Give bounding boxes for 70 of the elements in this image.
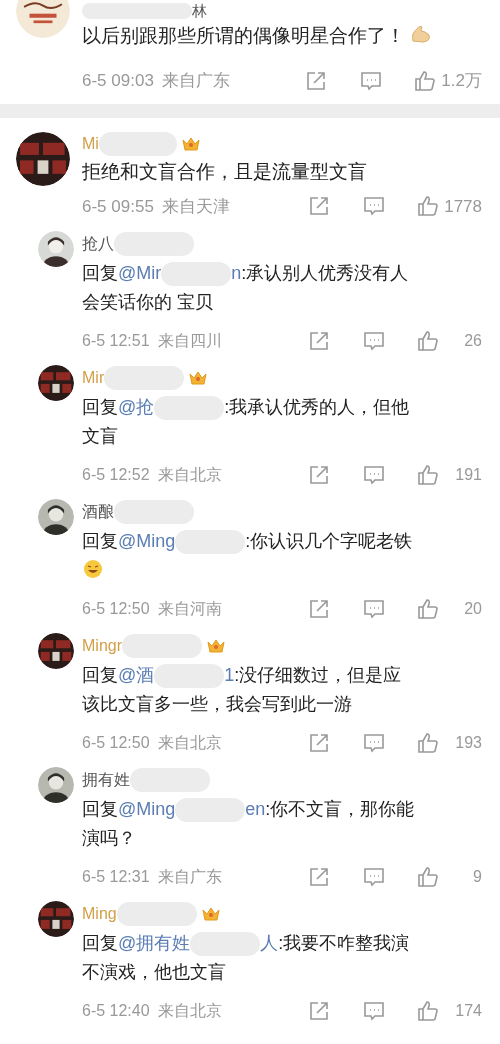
comment-icon[interactable] bbox=[362, 598, 386, 620]
comment-time: 6-5 12:31 bbox=[82, 867, 150, 887]
comment-time: 6-5 09:55 bbox=[82, 195, 154, 218]
comment-time: 6-5 12:50 bbox=[82, 599, 150, 619]
like-count: 20 bbox=[463, 599, 482, 619]
mention-link[interactable]: @拥有姓 人 bbox=[118, 933, 279, 953]
comment-time: 6-5 12:40 bbox=[82, 1001, 150, 1021]
share-icon[interactable] bbox=[308, 598, 330, 620]
like-icon[interactable] bbox=[416, 731, 440, 755]
comment-location: 来自北京 bbox=[157, 465, 222, 485]
comment-location: 来自河南 bbox=[157, 599, 222, 619]
reply-text: 回复@Ming :你认识几个字呢老铁 bbox=[82, 527, 416, 585]
user-name[interactable]: 抢八 bbox=[82, 232, 114, 256]
share-icon[interactable] bbox=[308, 1000, 330, 1022]
mention-link[interactable]: @Ming bbox=[118, 531, 246, 551]
user-name[interactable]: 拥有姓 bbox=[82, 768, 130, 792]
comment-location: 来自广东 bbox=[161, 70, 230, 92]
like-icon[interactable] bbox=[416, 999, 440, 1023]
comment-icon[interactable] bbox=[362, 1000, 386, 1022]
comment-icon[interactable] bbox=[362, 330, 386, 352]
reply-text: 回复@Mir n:承认别人优秀没有人会笑话你的 宝贝 bbox=[82, 261, 410, 314]
like-count: 193 bbox=[454, 733, 482, 753]
comment-time: 6-5 12:50 bbox=[82, 733, 150, 753]
comment-icon[interactable] bbox=[362, 464, 386, 486]
like-count: 174 bbox=[454, 1001, 482, 1021]
comment-time: 6-5 09:03 bbox=[82, 70, 154, 92]
comment-time: 6-5 12:51 bbox=[82, 331, 150, 351]
user-name[interactable]: Mir bbox=[82, 366, 105, 390]
reply-text: 回复@抢 :我承认优秀的人，但他文盲 bbox=[82, 395, 411, 448]
comment-location: 来自广东 bbox=[157, 867, 222, 887]
share-icon[interactable] bbox=[308, 866, 330, 888]
like-icon[interactable] bbox=[416, 597, 440, 621]
comment-icon[interactable] bbox=[362, 866, 386, 888]
user-name[interactable]: 林 bbox=[192, 2, 207, 20]
comment-text: 拒绝和文盲合作，且是流量型文盲 bbox=[82, 159, 368, 184]
comment-location: 来自北京 bbox=[157, 1001, 222, 1021]
like-icon[interactable] bbox=[416, 463, 440, 487]
comment-location: 来自天津 bbox=[161, 195, 230, 218]
mention-link[interactable]: @抢 bbox=[118, 397, 225, 417]
like-icon[interactable] bbox=[416, 329, 440, 353]
comment-time: 6-5 12:52 bbox=[82, 465, 150, 485]
like-icon[interactable] bbox=[416, 865, 440, 889]
comment-icon[interactable] bbox=[362, 732, 386, 754]
user-name[interactable]: Ming bbox=[82, 902, 117, 926]
like-icon[interactable] bbox=[413, 68, 438, 93]
mention-link[interactable]: @酒 1 bbox=[118, 665, 235, 685]
comment-icon[interactable] bbox=[359, 69, 384, 92]
like-count: 26 bbox=[463, 331, 482, 351]
user-name[interactable]: Mingr bbox=[82, 634, 122, 658]
share-icon[interactable] bbox=[308, 195, 330, 218]
user-name[interactable]: 酒酿 bbox=[82, 500, 114, 524]
reply-text: 回复@Ming en:你不文盲，那你能演吗？ bbox=[82, 797, 416, 850]
comment-icon[interactable] bbox=[362, 195, 386, 218]
comment-location: 来自四川 bbox=[157, 331, 222, 351]
comment-location: 来自北京 bbox=[157, 733, 222, 753]
mention-link[interactable]: @Mir n bbox=[118, 263, 242, 283]
mention-link[interactable]: @Ming en bbox=[118, 799, 266, 819]
like-icon[interactable] bbox=[416, 194, 440, 219]
share-icon[interactable] bbox=[305, 69, 328, 92]
reply-text: 回复@酒 1:没仔细数过，但是应该比文盲多一些，我会写到此一游 bbox=[82, 663, 403, 716]
comment-text: 以后别跟那些所谓的偶像明星合作了！ bbox=[82, 22, 482, 50]
like-count: 1778 bbox=[444, 195, 482, 218]
share-icon[interactable] bbox=[308, 732, 330, 754]
share-icon[interactable] bbox=[308, 330, 330, 352]
user-name[interactable]: Mi bbox=[82, 131, 99, 156]
share-icon[interactable] bbox=[308, 464, 330, 486]
like-count: 191 bbox=[454, 465, 482, 485]
reply-text: 回复@拥有姓 人:我要不咋整我演不演戏，他也文盲 bbox=[82, 931, 411, 984]
like-count: 1.2万 bbox=[441, 70, 482, 92]
like-count: 9 bbox=[472, 867, 482, 887]
